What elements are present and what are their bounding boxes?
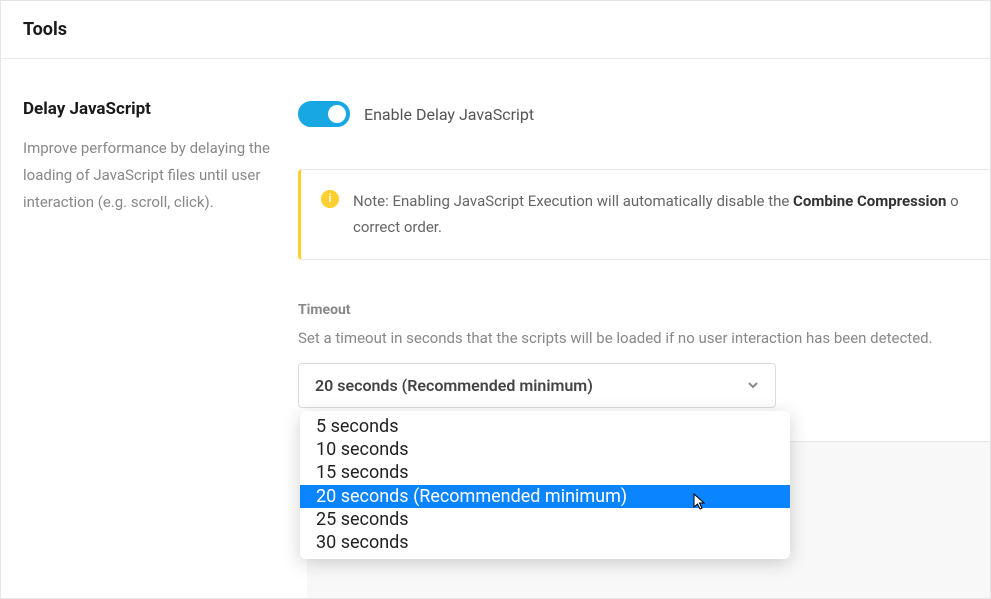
panel-title: Tools	[23, 19, 968, 40]
section-description: Improve performance by delaying the load…	[23, 135, 298, 216]
settings-panel: Tools Delay JavaScript Improve performan…	[0, 0, 991, 599]
timeout-label: Timeout	[298, 302, 990, 318]
timeout-select[interactable]: 20 seconds (Recommended minimum)	[298, 363, 776, 408]
timeout-select-value: 20 seconds (Recommended minimum)	[315, 376, 593, 395]
timeout-option[interactable]: 15 seconds	[300, 461, 790, 484]
timeout-option[interactable]: 10 seconds	[300, 438, 790, 461]
info-icon: i	[321, 190, 339, 208]
enable-toggle[interactable]	[298, 101, 350, 127]
panel-body: Delay JavaScript Improve performance by …	[1, 59, 990, 446]
notice-line2: correct order.	[353, 218, 442, 236]
warning-notice: i Note: Enabling JavaScript Execution wi…	[298, 169, 991, 260]
timeout-option[interactable]: 30 seconds	[300, 531, 790, 554]
timeout-option[interactable]: 20 seconds (Recommended minimum)	[300, 485, 790, 508]
timeout-select-wrap: 20 seconds (Recommended minimum) 5 secon…	[298, 363, 776, 408]
enable-toggle-label: Enable Delay JavaScript	[364, 105, 534, 124]
notice-suffix: o	[946, 192, 958, 210]
timeout-dropdown: 5 seconds10 seconds15 seconds20 seconds …	[300, 411, 790, 559]
notice-prefix: Note: Enabling JavaScript Execution will…	[353, 192, 793, 210]
notice-strong: Combine Compression	[793, 192, 946, 210]
timeout-option[interactable]: 5 seconds	[300, 415, 790, 438]
chevron-down-icon	[747, 379, 759, 391]
timeout-option[interactable]: 25 seconds	[300, 508, 790, 531]
timeout-description: Set a timeout in seconds that the script…	[298, 328, 990, 349]
section-controls: Enable Delay JavaScript i Note: Enabling…	[298, 99, 990, 446]
panel-header: Tools	[1, 1, 990, 59]
section-info: Delay JavaScript Improve performance by …	[23, 99, 298, 216]
section-title: Delay JavaScript	[23, 99, 298, 119]
enable-row: Enable Delay JavaScript	[298, 99, 990, 129]
notice-text: Note: Enabling JavaScript Execution will…	[353, 188, 959, 241]
